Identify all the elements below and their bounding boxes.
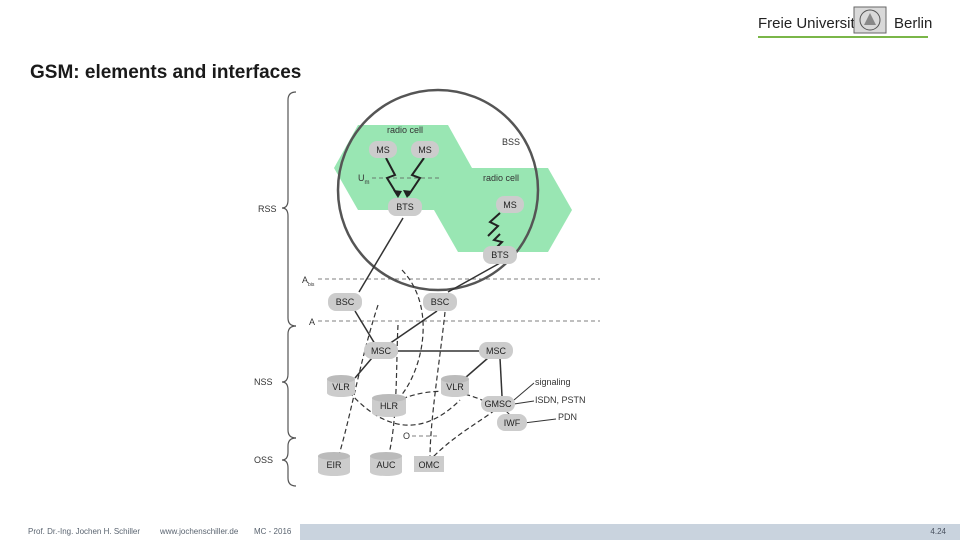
gmsc-label: GMSC bbox=[485, 399, 513, 409]
ms-label-1: MS bbox=[376, 145, 390, 155]
msc-label-2: MSC bbox=[486, 346, 507, 356]
gsm-diagram: MS MS MS BTS BTS BSC BSC MSC MSC VLR VLR… bbox=[254, 88, 600, 487]
msc-label-1: MSC bbox=[371, 346, 392, 356]
vlr-label-1: VLR bbox=[332, 382, 350, 392]
auc-label: AUC bbox=[376, 460, 396, 470]
o-interface-label: O bbox=[403, 431, 410, 441]
ms-label-3: MS bbox=[503, 200, 517, 210]
link-gmsc-signaling bbox=[513, 382, 535, 401]
a-interface-label: A bbox=[309, 317, 315, 327]
footer-author: Prof. Dr.-Ing. Jochen H. Schiller bbox=[28, 527, 141, 536]
ms-label-2: MS bbox=[418, 145, 432, 155]
link-bsc2-msc1 bbox=[388, 310, 438, 345]
footer-bar: Prof. Dr.-Ing. Jochen H. Schiller www.jo… bbox=[0, 524, 960, 540]
rss-label: RSS bbox=[258, 204, 277, 214]
radio-cell-label-2: radio cell bbox=[483, 173, 519, 183]
hlr-label: HLR bbox=[380, 401, 399, 411]
bss-label: BSS bbox=[502, 137, 520, 147]
link-msc1-vlr1 bbox=[354, 357, 373, 379]
abis-interface-label: Abis bbox=[302, 275, 315, 288]
rss-brace bbox=[281, 91, 297, 327]
footer-course: MC - 2016 bbox=[254, 527, 292, 536]
oss-brace bbox=[281, 437, 297, 487]
pdn-label: PDN bbox=[558, 412, 577, 422]
link-gmsc-isdn bbox=[513, 400, 535, 405]
link-msc2-gmsc bbox=[499, 357, 503, 397]
link-msc2-vlr2 bbox=[464, 357, 489, 379]
oss-label: OSS bbox=[254, 455, 273, 465]
nss-brace bbox=[281, 325, 297, 439]
radio-cell-label-1: radio cell bbox=[387, 125, 423, 135]
signal-path-7 bbox=[431, 409, 496, 459]
signal-path-1 bbox=[394, 269, 424, 403]
eir-label: EIR bbox=[326, 460, 342, 470]
omc-label: OMC bbox=[419, 460, 440, 470]
signaling-label: signaling bbox=[535, 377, 571, 387]
iwf-label: IWF bbox=[504, 418, 521, 428]
link-bts2-bsc2 bbox=[447, 262, 501, 293]
link-iwf-pdn bbox=[523, 418, 557, 424]
bsc-label-1: BSC bbox=[336, 297, 355, 307]
vlr-label-2: VLR bbox=[446, 382, 464, 392]
bts-label-2: BTS bbox=[491, 250, 509, 260]
page-number: 4.24 bbox=[930, 527, 946, 536]
isdn-pstn-label: ISDN, PSTN bbox=[535, 395, 586, 405]
nss-label: NSS bbox=[254, 377, 273, 387]
bsc-label-2: BSC bbox=[431, 297, 450, 307]
link-bsc1-msc1 bbox=[354, 310, 376, 345]
footer-url[interactable]: www.jochenschiller.de bbox=[160, 527, 238, 536]
bts-label-1: BTS bbox=[396, 202, 414, 212]
